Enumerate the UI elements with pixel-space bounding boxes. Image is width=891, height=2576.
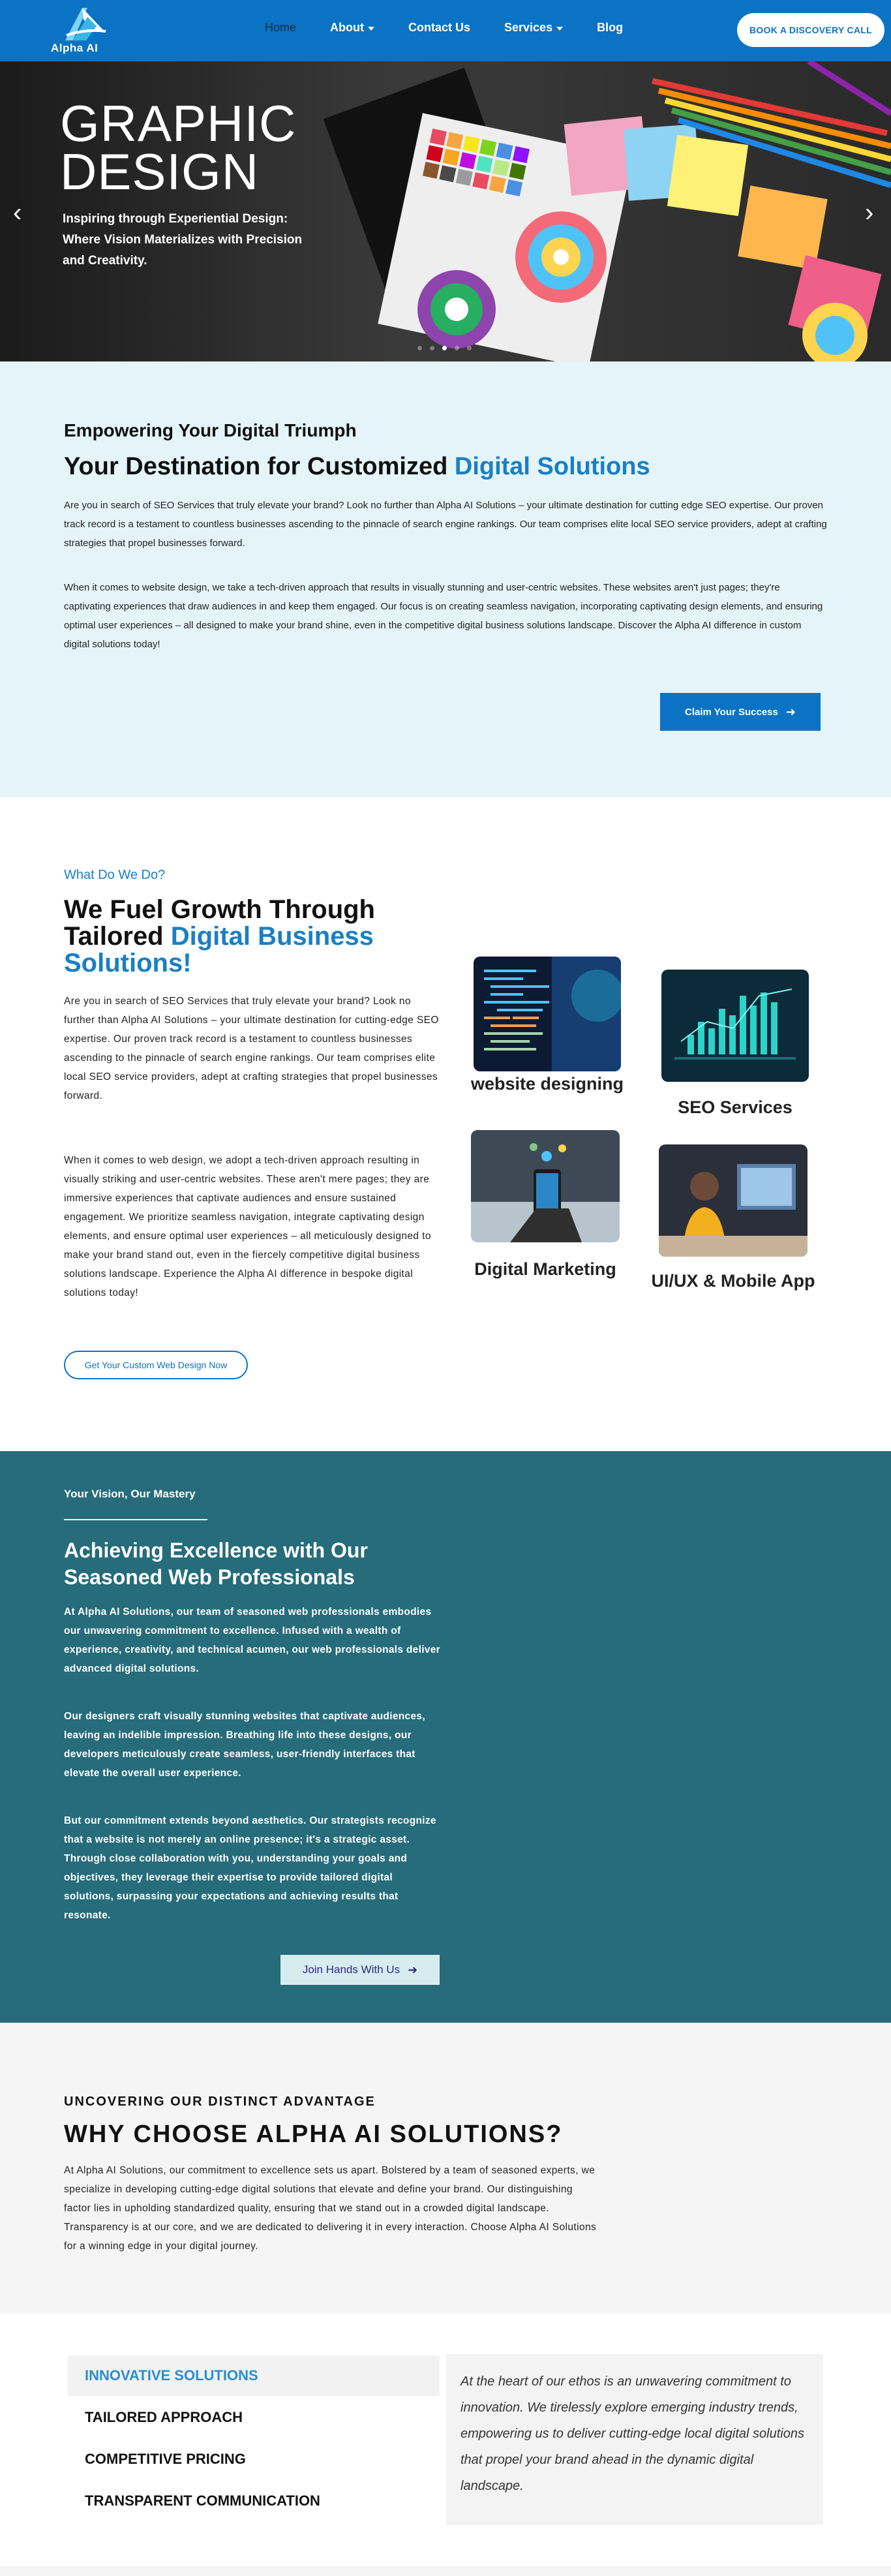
mastery-paragraph-2: Our designers craft visually stunning we… bbox=[64, 1711, 425, 1779]
mastery-kicker: Your Vision, Our Mastery bbox=[64, 1488, 196, 1500]
advantage-heading: WHY CHOOSE ALPHA AI SOLUTIONS? bbox=[64, 2121, 563, 2148]
services-paragraph-1: Are you in search of SEO Services that t… bbox=[64, 996, 439, 1101]
seo-services-image bbox=[661, 970, 809, 1082]
main-nav: Home About Contact Us Services Blog bbox=[248, 21, 640, 35]
chevron-down-icon bbox=[368, 26, 374, 31]
website-designing-image bbox=[474, 957, 621, 1071]
services-heading: We Fuel Growth Through Tailored Digital … bbox=[64, 897, 403, 977]
tab-competitive-pricing[interactable]: COMPETITIVE PRICING bbox=[68, 2439, 440, 2479]
tabs-section: INNOVATIVE SOLUTIONS TAILORED APPROACH C… bbox=[0, 2314, 891, 2576]
slider-dot[interactable] bbox=[417, 346, 422, 350]
logo[interactable]: Alpha AI bbox=[47, 1, 112, 57]
intro-paragraph-2: When it comes to website design, we take… bbox=[64, 582, 823, 650]
digital-marketing-image bbox=[471, 1130, 620, 1242]
advantage-section: UNCOVERING OUR DISTINCT ADVANTAGE WHY CH… bbox=[0, 2023, 891, 2314]
claim-your-success-label: Claim Your Success bbox=[685, 706, 778, 718]
tab-panel: At the heart of our ethos is an unwaveri… bbox=[446, 2354, 823, 2525]
divider bbox=[64, 1519, 207, 1520]
hero-slider: GRAPHIC DESIGN Inspiring through Experie… bbox=[0, 61, 891, 361]
slider-dots bbox=[417, 346, 472, 350]
services-section: What Do We Do? We Fuel Growth Through Ta… bbox=[0, 797, 891, 1451]
seo-services-label: SEO Services bbox=[678, 1097, 793, 1117]
hero-title-line2: DESIGN bbox=[60, 143, 260, 200]
services-kicker: What Do We Do? bbox=[64, 868, 166, 882]
nav-services-label: Services bbox=[504, 21, 553, 34]
join-hands-button[interactable]: Join Hands With Us ➜ bbox=[280, 1955, 440, 1985]
nav-about[interactable]: About bbox=[313, 21, 391, 35]
join-hands-label: Join Hands With Us bbox=[302, 1963, 400, 1976]
mastery-section: Your Vision, Our Mastery Achieving Excel… bbox=[0, 1451, 891, 2023]
mastery-heading: Achieving Excellence with Our Seasoned W… bbox=[64, 1539, 368, 1589]
nav-home[interactable]: Home bbox=[248, 21, 313, 35]
mastery-paragraph-3: But our commitment extends beyond aesthe… bbox=[64, 1815, 436, 1921]
slider-dot[interactable] bbox=[455, 346, 459, 350]
mastery-paragraph-1: At Alpha AI Solutions, our team of seaso… bbox=[64, 1606, 440, 1674]
hero-title: GRAPHIC DESIGN bbox=[60, 95, 297, 200]
nav-blog-label: Blog bbox=[597, 21, 624, 34]
digital-marketing-label: Digital Marketing bbox=[474, 1259, 616, 1279]
chevron-down-icon bbox=[556, 26, 564, 31]
ui-ux-mobile-app-image bbox=[659, 1144, 808, 1257]
slider-dot-active[interactable] bbox=[442, 346, 447, 350]
ui-ux-mobile-app-label: UI/UX & Mobile App bbox=[651, 1271, 815, 1291]
nav-blog[interactable]: Blog bbox=[580, 21, 640, 35]
intro-heading: Your Destination for Customized Digital … bbox=[64, 453, 650, 481]
slider-dot[interactable] bbox=[430, 346, 434, 350]
chevron-left-icon[interactable]: ‹ bbox=[13, 198, 22, 228]
custom-web-design-button[interactable]: Get Your Custom Web Design Now bbox=[64, 1351, 248, 1379]
intro-heading-highlight: Digital Solutions bbox=[454, 453, 650, 480]
book-discovery-call-button[interactable]: BOOK A DISCOVERY CALL bbox=[737, 13, 884, 47]
nav-about-label: About bbox=[330, 21, 364, 34]
tab-innovative-solutions[interactable]: INNOVATIVE SOLUTIONS bbox=[68, 2355, 440, 2396]
services-paragraph-2: When it comes to web design, we adopt a … bbox=[64, 1155, 431, 1298]
advantage-kicker: UNCOVERING OUR DISTINCT ADVANTAGE bbox=[64, 2094, 376, 2109]
nav-services[interactable]: Services bbox=[487, 21, 580, 35]
nav-contact[interactable]: Contact Us bbox=[391, 21, 487, 35]
logo-text: Alpha AI bbox=[51, 42, 98, 54]
site-header: Alpha AI Home About Contact Us Services … bbox=[0, 0, 891, 61]
arrow-right-icon: ➜ bbox=[408, 1963, 418, 1976]
logo-mark-icon bbox=[65, 8, 106, 40]
arrow-right-icon: ➜ bbox=[785, 705, 796, 718]
intro-paragraph-1: Are you in search of SEO Services that t… bbox=[64, 500, 827, 549]
advantage-paragraph: At Alpha AI Solutions, our commitment to… bbox=[64, 2165, 597, 2252]
intro-section: Empowering Your Digital Triumph Your Des… bbox=[0, 361, 891, 797]
footer-strip bbox=[0, 2566, 891, 2576]
intro-kicker: Empowering Your Digital Triumph bbox=[64, 420, 357, 440]
intro-heading-text: Your Destination for Customized bbox=[64, 453, 455, 480]
nav-home-label: Home bbox=[265, 21, 297, 34]
claim-your-success-button[interactable]: Claim Your Success ➜ bbox=[660, 693, 821, 731]
nav-contact-label: Contact Us bbox=[408, 21, 471, 34]
chevron-right-icon[interactable]: › bbox=[865, 198, 873, 228]
hero-title-line1: GRAPHIC bbox=[60, 95, 297, 152]
slider-dot[interactable] bbox=[467, 346, 472, 350]
tab-tailored-approach[interactable]: TAILORED APPROACH bbox=[68, 2397, 440, 2438]
tab-transparent-communication[interactable]: TRANSPARENT COMMUNICATION bbox=[68, 2481, 440, 2521]
hero-subtitle: Inspiring through Experiential Design: W… bbox=[63, 212, 303, 268]
website-designing-label: website designing bbox=[470, 1074, 624, 1094]
